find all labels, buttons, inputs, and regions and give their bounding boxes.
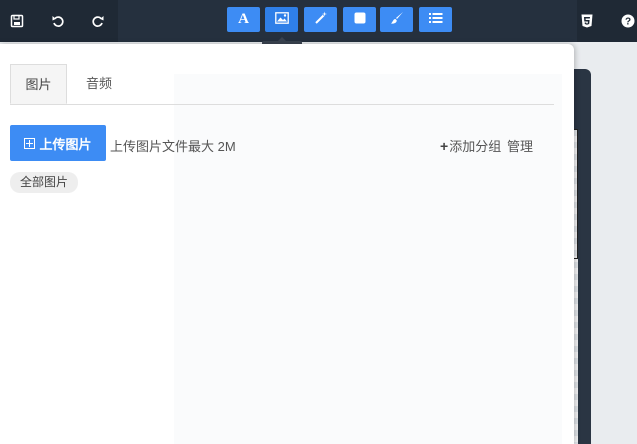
tab-images[interactable]: 图片 (10, 64, 67, 104)
text-icon: A (238, 11, 249, 27)
plus-icon: + (440, 137, 449, 154)
panel-shade (174, 74, 562, 444)
media-panel: 图片 音频 上传图片 上传图片文件最大 2M + 添加分组 管理 全部图片 (0, 44, 574, 444)
manage-link[interactable]: 管理 (507, 136, 533, 155)
effects-tool-button[interactable] (304, 7, 337, 32)
brush-tool-button[interactable] (380, 7, 413, 32)
save-icon[interactable] (7, 11, 27, 31)
help-icon[interactable]: ? (618, 11, 637, 31)
list-icon (428, 12, 443, 27)
undo-icon[interactable] (48, 11, 68, 31)
media-tool-button[interactable] (265, 7, 298, 32)
upload-hint: 上传图片文件最大 2M (110, 139, 236, 154)
upload-image-button[interactable]: 上传图片 (10, 125, 106, 161)
square-icon (354, 12, 366, 27)
redo-icon[interactable] (88, 11, 108, 31)
image-icon (274, 12, 289, 27)
brush-icon (390, 11, 404, 28)
html5-icon[interactable] (577, 11, 597, 31)
media-tabs: 图片 音频 (10, 64, 554, 105)
group-chip-all-images[interactable]: 全部图片 (10, 172, 78, 193)
text-tool-button[interactable]: A (227, 7, 260, 32)
add-group-label: 添加分组 (449, 139, 502, 154)
upload-button-label: 上传图片 (39, 136, 92, 152)
plus-square-icon (24, 137, 36, 149)
add-group-link[interactable]: + 添加分组 (440, 136, 501, 155)
top-toolbar: A ? (0, 0, 637, 42)
shape-tool-button[interactable] (343, 7, 376, 32)
magic-wand-icon (314, 11, 328, 28)
svg-text:?: ? (625, 17, 631, 28)
tab-audio[interactable]: 音频 (76, 64, 122, 103)
list-tool-button[interactable] (419, 7, 452, 32)
